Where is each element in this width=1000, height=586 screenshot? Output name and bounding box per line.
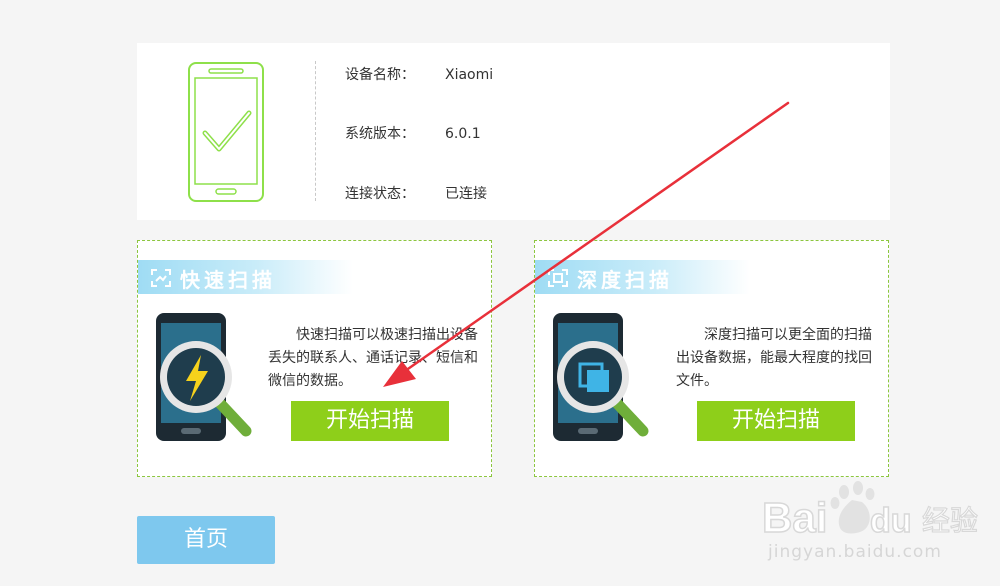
home-button[interactable]: 首页 bbox=[137, 516, 275, 564]
deep-scan-start-button[interactable]: 开始扫描 bbox=[697, 401, 855, 441]
vertical-divider bbox=[315, 61, 316, 201]
deep-scan-title-bar: 深度扫描 bbox=[535, 260, 750, 294]
device-info-panel: 设备名称： Xiaomi 系统版本： 6.0.1 连接状态： 已连接 bbox=[137, 43, 890, 220]
device-name-value: Xiaomi bbox=[445, 67, 494, 83]
baidu-watermark: Bai du 经验 jingyan.baidu.com bbox=[762, 478, 987, 573]
quick-scan-title: 快速扫描 bbox=[180, 268, 276, 292]
quick-scan-title-bar: 快速扫描 bbox=[138, 260, 353, 294]
system-version-value: 6.0.1 bbox=[445, 126, 481, 142]
lightning-magnifier-icon bbox=[156, 313, 252, 441]
system-version-label: 系统版本： bbox=[345, 126, 415, 142]
svg-text:经验: 经验 bbox=[922, 504, 978, 537]
quick-scan-description: 快速扫描可以极速扫描出设备丢失的联系人、通话记录、短信和微信的数据。 bbox=[268, 327, 478, 389]
connection-status-label: 连接状态： bbox=[345, 186, 415, 202]
quick-scan-card: 快速扫描 快速扫描可以极速扫描出设备丢失的联系人、通话记录、短信和微信的数据。 … bbox=[137, 240, 492, 477]
deep-scan-title: 深度扫描 bbox=[577, 268, 673, 292]
device-name-label: 设备名称： bbox=[345, 67, 415, 83]
connection-status-row: 连接状态： 已连接 bbox=[345, 183, 487, 203]
baidu-logo-text: Bai bbox=[762, 494, 827, 540]
system-version-row: 系统版本： 6.0.1 bbox=[345, 123, 481, 143]
phone-check-icon bbox=[188, 62, 264, 202]
baidu-jingyan-logo: Bai du 经验 bbox=[762, 481, 979, 540]
connection-status-value: 已连接 bbox=[445, 186, 487, 202]
watermark-url: jingyan.baidu.com bbox=[768, 542, 942, 562]
layers-magnifier-icon bbox=[553, 313, 649, 441]
quick-scan-start-button[interactable]: 开始扫描 bbox=[291, 401, 449, 441]
scan-frame-icon bbox=[151, 269, 171, 287]
device-name-row: 设备名称： Xiaomi bbox=[345, 64, 493, 84]
svg-text:du: du bbox=[870, 502, 912, 540]
deep-scan-card: 深度扫描 深度扫描可以更全面的扫描出设备数据，能最大程度的找回文件。 开始扫描 bbox=[534, 240, 889, 477]
scan-frame-icon bbox=[548, 269, 568, 287]
deep-scan-description: 深度扫描可以更全面的扫描出设备数据，能最大程度的找回文件。 bbox=[676, 327, 872, 389]
